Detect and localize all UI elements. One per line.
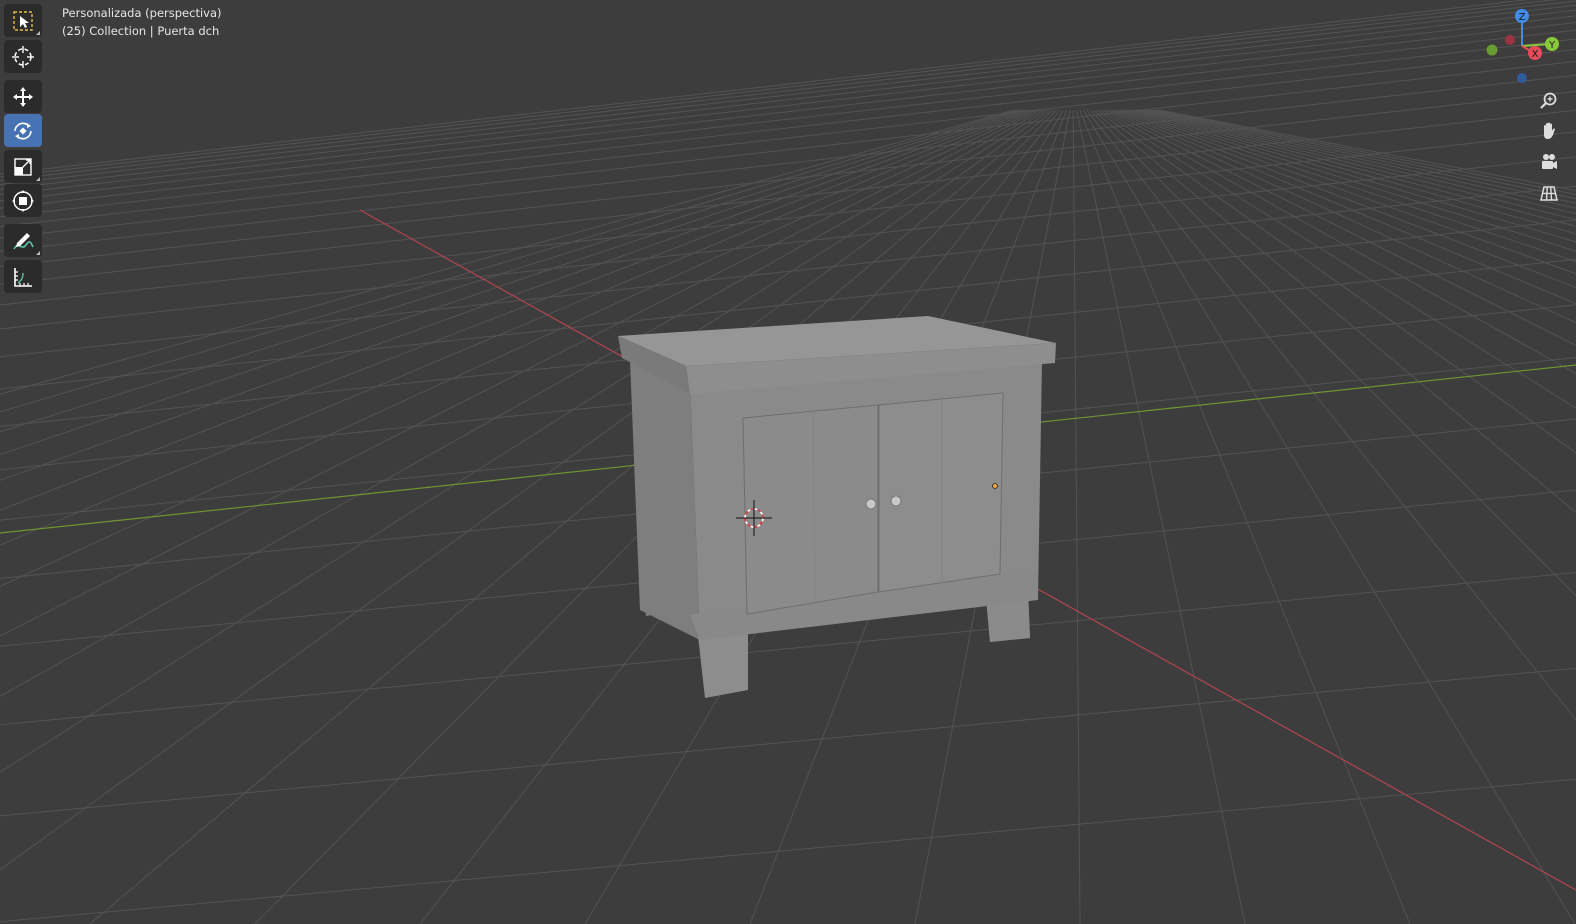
scale-tool[interactable] bbox=[4, 150, 42, 183]
transform-icon bbox=[12, 189, 34, 212]
grid-line bbox=[1109, 109, 1576, 324]
ortho-toggle-button[interactable] bbox=[1535, 179, 1563, 207]
door-right bbox=[878, 392, 1004, 593]
grid-line bbox=[1152, 109, 1576, 200]
grid-line bbox=[0, 48, 1576, 228]
grid-line bbox=[0, 0, 1558, 178]
grid-line bbox=[1135, 109, 1576, 227]
door-left bbox=[742, 404, 879, 615]
grid-line bbox=[1102, 109, 1576, 374]
grid-line bbox=[1125, 109, 1576, 252]
grid-line bbox=[1132, 109, 1576, 235]
rotate-tool[interactable] bbox=[4, 114, 42, 147]
svg-text:Y: Y bbox=[1548, 40, 1556, 51]
svg-text:Z: Z bbox=[1519, 12, 1526, 23]
door-knob-right bbox=[890, 495, 902, 507]
gizmo-neg-z[interactable] bbox=[1517, 73, 1527, 83]
grid-line bbox=[0, 9, 1576, 190]
annotate-tool[interactable] bbox=[4, 224, 42, 257]
gizmo-neg-x[interactable] bbox=[1505, 35, 1515, 45]
select-box-tool[interactable] bbox=[4, 4, 42, 37]
grid-line bbox=[1115, 109, 1576, 289]
grid-line bbox=[1072, 109, 1081, 924]
grid-line bbox=[0, 667, 1576, 817]
grid-line bbox=[1079, 109, 1411, 924]
pan-button[interactable] bbox=[1535, 117, 1563, 145]
grid-line bbox=[1105, 109, 1576, 347]
cabinet-leg-front-left bbox=[698, 630, 748, 698]
navigation-gizmo[interactable]: Z Y X bbox=[1480, 2, 1576, 98]
annotate-icon bbox=[13, 232, 34, 249]
measure-tool[interactable] bbox=[4, 260, 42, 293]
scale-icon bbox=[14, 157, 32, 176]
grid-line bbox=[1112, 109, 1576, 305]
hand-icon bbox=[1544, 122, 1555, 139]
scene-canvas[interactable] bbox=[0, 0, 1576, 924]
object-origin-dot bbox=[992, 483, 998, 489]
grid-line bbox=[1076, 109, 1246, 924]
measure-icon bbox=[14, 267, 32, 287]
grid-line bbox=[1148, 109, 1576, 204]
zoom-button[interactable] bbox=[1535, 87, 1563, 115]
grid-line bbox=[1086, 109, 1576, 721]
grid-line bbox=[0, 21, 1576, 202]
cabinet-object bbox=[618, 316, 1056, 698]
transform-tool[interactable] bbox=[4, 184, 42, 217]
grid-line bbox=[1139, 109, 1576, 221]
grid-line bbox=[0, 29, 1576, 209]
svg-text:X: X bbox=[1532, 49, 1539, 60]
grid-line bbox=[1089, 109, 1576, 597]
3d-viewport[interactable]: Personalizada (perspectiva) (25) Collect… bbox=[0, 0, 1576, 924]
grid-line bbox=[0, 0, 1576, 181]
door-knob-left bbox=[865, 498, 877, 510]
move-icon bbox=[13, 86, 33, 107]
select-box-icon bbox=[13, 10, 33, 31]
camera-view-button[interactable] bbox=[1535, 148, 1563, 176]
grid-line bbox=[1096, 109, 1576, 454]
grid-line bbox=[0, 109, 1576, 285]
move-tool[interactable] bbox=[4, 80, 42, 113]
grid-line bbox=[1119, 109, 1576, 275]
grid-line bbox=[1142, 109, 1576, 215]
grid-line bbox=[0, 90, 1576, 268]
camera-icon bbox=[1542, 154, 1557, 169]
grid-line bbox=[0, 156, 1576, 330]
grid-icon bbox=[1540, 186, 1558, 201]
gizmo-axis-z[interactable]: Z bbox=[1515, 9, 1529, 23]
grid-line bbox=[1099, 109, 1576, 409]
grid-line bbox=[1092, 109, 1576, 514]
grid-line bbox=[1155, 109, 1576, 195]
zoom-in-icon bbox=[1540, 92, 1557, 109]
viewport-collection-info: (25) Collection | Puerta dch bbox=[62, 24, 220, 38]
cursor-icon bbox=[12, 45, 34, 68]
gizmo-neg-y[interactable] bbox=[1486, 44, 1498, 56]
rotate-icon bbox=[14, 121, 32, 140]
grid-line bbox=[0, 38, 1576, 218]
cursor-tool[interactable] bbox=[4, 40, 42, 73]
grid-line bbox=[1129, 109, 1576, 243]
cabinet-side bbox=[630, 360, 700, 640]
gizmo-axis-y[interactable]: Y bbox=[1545, 37, 1559, 51]
gizmo-axis-x[interactable]: X bbox=[1528, 46, 1542, 60]
viewport-view-name: Personalizada (perspectiva) bbox=[62, 6, 222, 20]
